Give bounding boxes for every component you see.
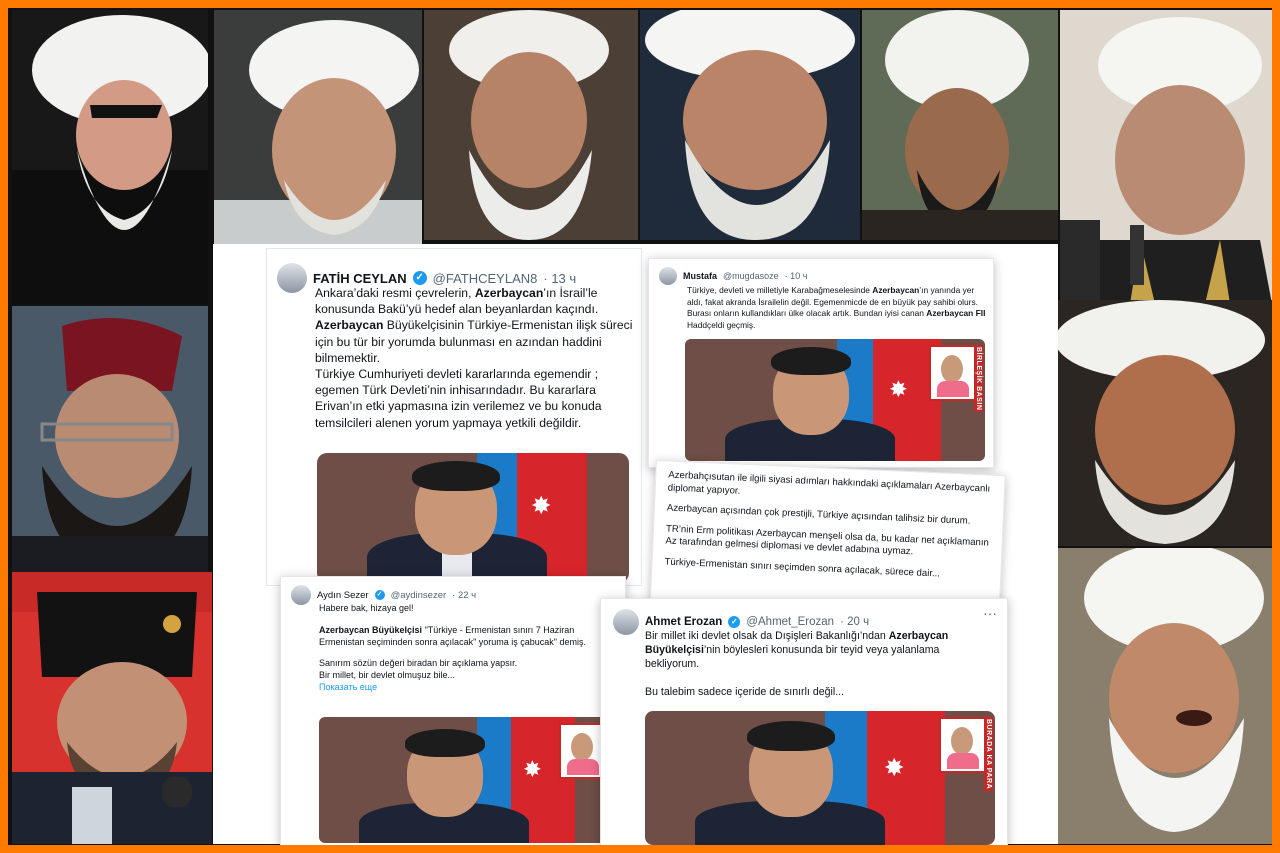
flag-star-icon: ✸: [885, 755, 904, 780]
inset-portrait: [939, 717, 987, 773]
tweet-body: Bir millet iki devlet olsak da Dışişleri…: [645, 629, 995, 699]
avatar[interactable]: [613, 609, 639, 635]
flag-star-icon: ✸: [532, 493, 551, 518]
verified-icon: ✓: [412, 271, 427, 285]
source-watermark: BİRLEŞİK BASIN: [974, 345, 983, 413]
flag-star-icon: ✸: [524, 759, 541, 781]
portrait-hair: [747, 721, 835, 751]
thread-paragraph: TR’nin Erm politikası Azerbaycan menşeli…: [665, 523, 990, 558]
tweet-body: Türkiye, devleti ve milletiyle Karabağme…: [687, 285, 986, 330]
tweet-header: Mustafa @mugdasoze · 10 ч: [659, 267, 807, 285]
tweet-card-thread[interactable]: Azerbahçısutan ile ilgili siyasi adımlar…: [649, 460, 1006, 618]
tweet-line: Bir millet, bir devlet olmuşuz bile...: [319, 670, 456, 681]
portrait-photo-5: [862, 10, 1058, 240]
tweet-line: Sanırım sözün değeri biradan bir açıklam…: [319, 658, 518, 669]
author-handle[interactable]: @FATHCEYLAN8: [433, 271, 538, 286]
tweet-media-image[interactable]: ✸ BİRLEŞİK BASIN: [319, 717, 615, 843]
author-handle[interactable]: @aydinsezer: [391, 590, 447, 601]
source-watermark: BURADA KA PARA: [984, 717, 993, 792]
show-more-link[interactable]: Показать еще: [319, 682, 615, 694]
tweet-time[interactable]: · 10 ч: [785, 271, 808, 281]
portrait-photo-8: [12, 572, 212, 844]
tweet-card-mustafa[interactable]: Mustafa @mugdasoze · 10 ч Türkiye, devle…: [648, 258, 994, 468]
tweet-line: Habere bak, hizaya gel!: [319, 603, 414, 613]
author-name[interactable]: Aydın Sezer: [317, 590, 369, 601]
portrait-photo-3: [424, 10, 638, 240]
avatar[interactable]: [277, 263, 307, 293]
tweet-card-ahmet-erozan[interactable]: Ahmet Erozan ✓ @Ahmet_Erozan · 20 ч ··· …: [600, 598, 1008, 845]
tweet-time[interactable]: · 22 ч: [452, 590, 476, 601]
portrait-hair: [771, 347, 851, 375]
verified-icon: ✓: [374, 590, 385, 600]
tweet-card-aydin-sezer[interactable]: Aydın Sezer ✓ @aydinsezer · 22 ч Habere …: [280, 576, 626, 845]
portrait-photo-7: [12, 306, 208, 576]
author-handle[interactable]: @Ahmet_Erozan: [746, 616, 834, 628]
portrait-photo-6: [1060, 10, 1272, 304]
author-name[interactable]: Mustafa: [683, 271, 717, 281]
tweet-media-image[interactable]: ✸ BURADA KA PARA: [645, 711, 995, 845]
author-name[interactable]: Ahmet Erozan: [645, 616, 722, 628]
inset-portrait: [929, 345, 977, 401]
flag-star-icon: ✸: [890, 379, 907, 401]
portrait-photo-9: [1050, 300, 1272, 546]
avatar[interactable]: [659, 267, 677, 285]
tweet-time[interactable]: · 20 ч: [840, 616, 869, 628]
collage-frame: FATİH CEYLAN ✓ @FATHCEYLAN8 · 13 ч Ankar…: [8, 8, 1272, 845]
portrait-photo-1: [12, 10, 208, 304]
tweet-card-fatih-ceylan[interactable]: FATİH CEYLAN ✓ @FATHCEYLAN8 · 13 ч Ankar…: [266, 248, 642, 586]
author-name[interactable]: FATİH CEYLAN: [313, 271, 407, 286]
tweet-time[interactable]: · 13 ч: [543, 271, 576, 286]
tweet-line: Bu talebim sadece içeride de sınırlı değ…: [645, 686, 845, 698]
thread-paragraph: Azerbahçısutan ile ilgili siyasi adımlar…: [667, 469, 991, 497]
tweet-line: Bir millet iki devlet olsak da Dışişleri…: [645, 630, 949, 670]
avatar[interactable]: [291, 585, 311, 605]
thread-paragraph-list: Azerbahçısutan ile ilgili siyasi adımlar…: [664, 470, 994, 583]
author-handle[interactable]: @mugdasoze: [723, 271, 779, 281]
portrait-hair: [412, 461, 500, 491]
tweet-header: Aydın Sezer ✓ @aydinsezer · 22 ч: [291, 585, 476, 605]
more-options-icon[interactable]: ···: [983, 605, 997, 621]
tweet-media-image[interactable]: ✸: [317, 453, 629, 583]
portrait-photo-10: [1054, 548, 1272, 844]
verified-icon: ✓: [728, 616, 741, 628]
tweet-line: Azerbaycan Büyükelçisi "Türkiye - Ermeni…: [319, 624, 587, 647]
tweet-body: Habere bak, hizaya gel! Azerbaycan Büyük…: [319, 603, 615, 694]
portrait-hair: [405, 729, 485, 757]
tweet-body: Ankara’daki resmi çevrelerin, Azerbaycan…: [315, 286, 633, 430]
tweet-media-image[interactable]: ✸ BİRLEŞİK BASIN: [685, 339, 985, 461]
portrait-photo-4: [640, 10, 860, 240]
